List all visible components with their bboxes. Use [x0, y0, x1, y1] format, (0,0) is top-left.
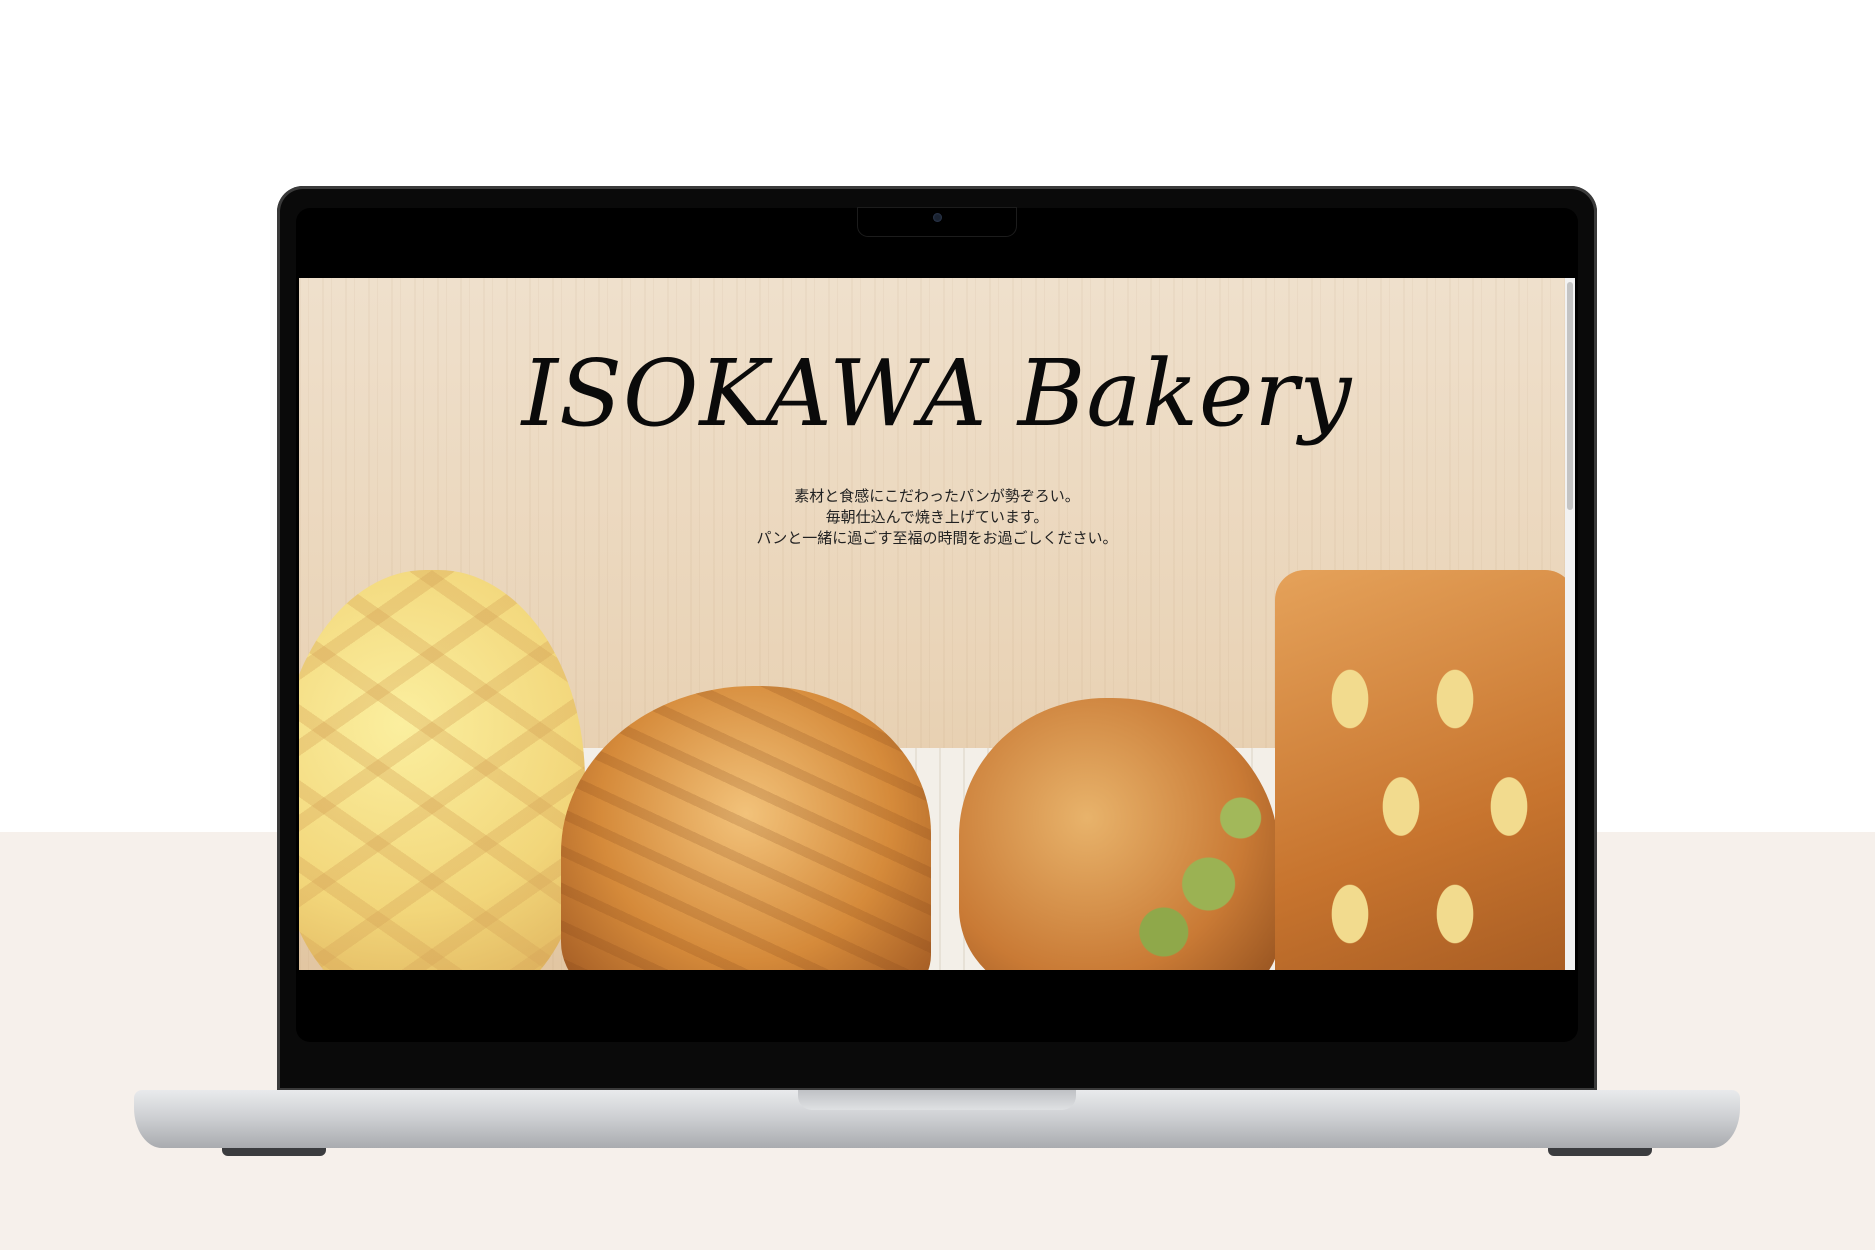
hero-tagline: 素材と食感にこだわったパンが勢ぞろい。 毎朝仕込んで焼き上げています。 パンと一…: [299, 486, 1575, 549]
laptop-lid-opening-notch: [798, 1090, 1076, 1110]
scrollbar-thumb[interactable]: [1567, 282, 1573, 510]
tagline-line: 素材と食感にこだわったパンが勢ぞろい。: [794, 487, 1080, 505]
tagline-line: 毎朝仕込んで焼き上げています。: [825, 508, 1049, 526]
croissant-image: [561, 686, 931, 970]
edamame-bread-image: [959, 698, 1279, 970]
lattice-danish-image: [1275, 570, 1575, 970]
camera-icon: [933, 213, 942, 222]
melon-pan-image: [299, 570, 585, 970]
tagline-line: パンと一緒に過ごす至福の時間をお過ごしください。: [756, 529, 1118, 547]
vertical-scrollbar[interactable]: [1565, 278, 1575, 970]
site-logo-title[interactable]: ISOKAWA Bakery: [299, 340, 1575, 447]
laptop-foot-right: [1548, 1148, 1652, 1156]
browser-viewport[interactable]: ISOKAWA Bakery 素材と食感にこだわったパンが勢ぞろい。 毎朝仕込ん…: [299, 278, 1575, 970]
laptop-foot-left: [222, 1148, 326, 1156]
